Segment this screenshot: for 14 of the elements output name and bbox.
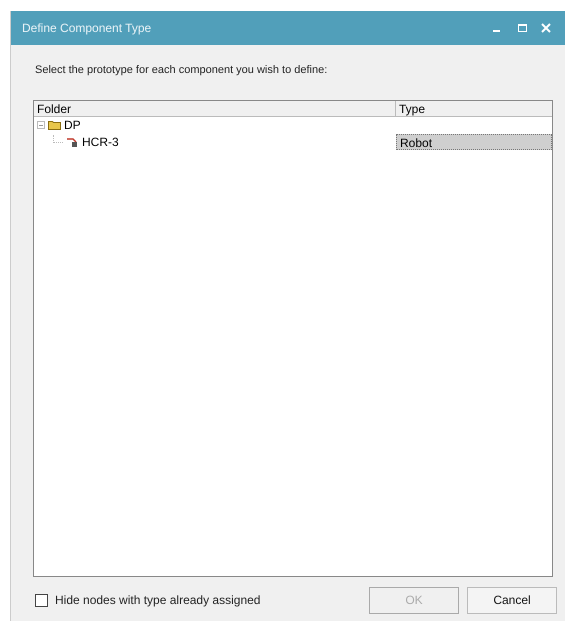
column-header[interactable]: Type xyxy=(396,100,552,116)
checkbox[interactable] xyxy=(35,594,48,606)
instruction-text: Select the prototype for each component you wish to define: xyxy=(35,63,328,78)
tree-item[interactable]: DP xyxy=(64,116,81,134)
close-icon xyxy=(541,23,551,33)
tree-item[interactable]: HCR-3 xyxy=(82,133,119,151)
collapse-toggle[interactable] xyxy=(37,121,45,129)
checkbox-label: Hide nodes with type already assigned xyxy=(55,592,260,609)
type-cell[interactable]: Robot xyxy=(396,134,552,150)
folder-icon xyxy=(48,120,61,130)
component-icon xyxy=(66,136,79,148)
window-title: Define Component Type xyxy=(22,20,152,37)
dialog-button[interactable]: Cancel xyxy=(467,586,557,614)
column-header[interactable]: Folder xyxy=(34,100,396,116)
